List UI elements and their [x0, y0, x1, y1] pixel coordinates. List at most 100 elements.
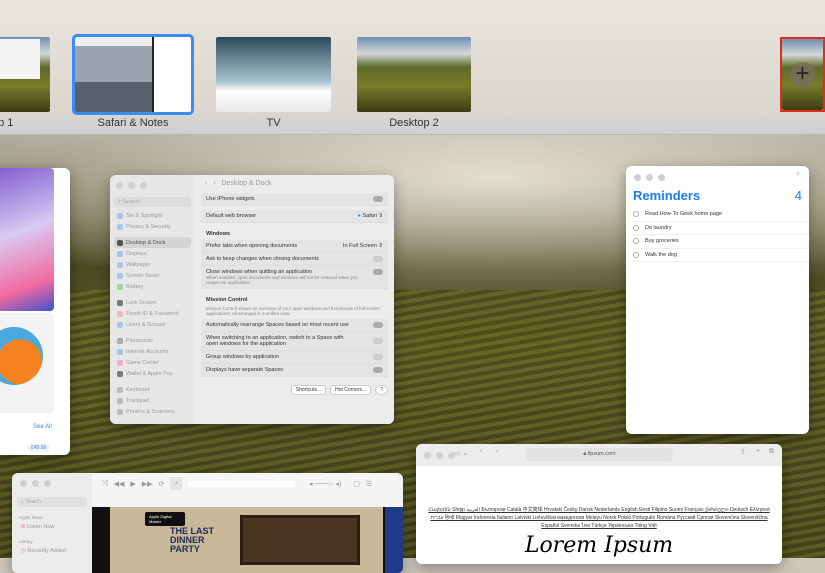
- search-input[interactable]: ⌕ Search: [114, 197, 191, 207]
- setting-row: Automatically rearrange Spaces based on …: [201, 319, 388, 332]
- plus-icon: +: [789, 61, 816, 88]
- back-icon[interactable]: ‹: [480, 448, 482, 455]
- settings-content: ‹ › Desktop & Dock Use iPhone widgets De…: [195, 175, 394, 424]
- apple-digital-master-badge: Apple Digital Master: [145, 512, 185, 526]
- address-bar[interactable]: 🔒︎ lipsum.com: [526, 448, 673, 461]
- toggle[interactable]: [373, 338, 383, 344]
- fast-forward-icon[interactable]: ▶▶: [142, 480, 153, 488]
- section-label: Library: [19, 539, 33, 544]
- reminder-item[interactable]: Walk the dog: [633, 249, 809, 262]
- section-label: Apple Music: [19, 515, 44, 520]
- language-links[interactable]: Հայերեն Shqip العربية Български Català 中…: [416, 506, 782, 530]
- checkbox-icon: [633, 224, 639, 231]
- section-heading: Windows: [206, 231, 231, 237]
- shortcuts-button[interactable]: Shortcuts...: [290, 385, 327, 395]
- sidebar-item[interactable]: Lock Screen: [114, 297, 191, 308]
- sidebar-item[interactable]: Displays: [114, 248, 191, 259]
- sidebar-item[interactable]: Printers & Scanners: [114, 406, 191, 417]
- section-description: Mission Control shows an overview of you…: [206, 306, 380, 316]
- search-input[interactable]: ⌕ Search: [17, 497, 87, 507]
- reminders-count: 4: [794, 188, 802, 203]
- sidebar-item[interactable]: Keyboard: [114, 384, 191, 395]
- system-settings-window[interactable]: ⌕ Search Siri & Spotlight Privacy & Secu…: [110, 175, 394, 424]
- tab-overview-icon[interactable]: ⧉: [769, 448, 774, 456]
- lyrics-icon[interactable]: ▢: [353, 480, 360, 488]
- sidebar-item[interactable]: Wallpaper: [114, 259, 191, 270]
- sidebar-item-recently-added[interactable]: ◷ Recently Added: [21, 548, 66, 554]
- add-space-button[interactable]: +: [780, 37, 825, 112]
- sidebar-item[interactable]: Internet Accounts: [114, 346, 191, 357]
- reminder-item[interactable]: Do laundry: [633, 222, 809, 235]
- add-reminder-icon[interactable]: +: [795, 169, 801, 180]
- settings-sidebar: ⌕ Search Siri & Spotlight Privacy & Secu…: [110, 175, 195, 424]
- space-label: TV: [266, 117, 281, 129]
- forward-icon[interactable]: ›: [496, 448, 498, 455]
- setting-row: Close windows when quitting an applicati…: [201, 266, 388, 289]
- repeat-icon[interactable]: ⟳: [159, 480, 165, 488]
- space-desktop-2[interactable]: Desktop 2: [357, 37, 471, 129]
- share-icon[interactable]: ⇧: [740, 448, 746, 456]
- browser-select[interactable]: ● Safari ⇕: [358, 213, 383, 219]
- forward-icon[interactable]: ›: [213, 180, 215, 187]
- page-heading: Lorem Ipsum: [524, 533, 674, 558]
- space-desktop-1[interactable]: op 1: [0, 37, 50, 129]
- toggle[interactable]: [373, 322, 383, 328]
- sidebar-item[interactable]: Screen Saver: [114, 270, 191, 281]
- apple-logo-icon: [187, 480, 295, 487]
- music-note-icon: ♪: [170, 477, 182, 490]
- sidebar-item[interactable]: Passwords: [114, 335, 191, 346]
- toggle[interactable]: [373, 269, 383, 275]
- space-safari-notes[interactable]: Safari & Notes: [72, 34, 194, 129]
- help-button[interactable]: ?: [375, 385, 388, 395]
- reminder-item[interactable]: Buy groceries: [633, 235, 809, 249]
- sidebar-item[interactable]: Users & Groups: [114, 319, 191, 330]
- rewind-icon[interactable]: ◀◀: [114, 480, 125, 488]
- prefer-tabs-select[interactable]: In Full Screen ⇕: [343, 243, 383, 249]
- spaces-bar: op 1 Safari & Notes TV Desktop 2 +: [0, 0, 825, 135]
- setting-row: Ask to keep changes when closing documen…: [201, 253, 388, 266]
- setting-row: Use iPhone widgets: [201, 193, 388, 206]
- sidebar-item[interactable]: Battery: [114, 281, 191, 292]
- volume-slider[interactable]: ◂ ───○ ◂): [309, 480, 341, 488]
- checkbox-icon: [633, 211, 639, 218]
- sidebar-item-desktop-dock[interactable]: Desktop & Dock: [114, 237, 191, 248]
- see-all-link[interactable]: See All: [33, 424, 52, 430]
- space-tv[interactable]: TV: [216, 37, 331, 129]
- back-icon[interactable]: ‹: [205, 180, 207, 187]
- music-window[interactable]: ⌕ Search Apple Music ⊗ Listen Now Librar…: [12, 473, 403, 573]
- reminders-window[interactable]: + Reminders 4 Read How-To Geek home page…: [626, 166, 809, 434]
- reminders-title: Reminders: [633, 188, 701, 203]
- checkbox-icon: [633, 251, 639, 258]
- settings-title: ‹ › Desktop & Dock: [205, 180, 272, 187]
- shuffle-icon[interactable]: ⤨: [102, 480, 108, 488]
- sidebar-item[interactable]: Game Center: [114, 357, 191, 368]
- sidebar-item[interactable]: Privacy & Security: [114, 221, 191, 232]
- safari-window[interactable]: ▭ ⌄ ‹ › 🔒︎ lipsum.com ⇧ + ⧉ Հայերեն Shqi…: [416, 444, 782, 564]
- checkbox-icon: [633, 238, 639, 245]
- toggle[interactable]: [373, 367, 383, 373]
- sidebar-item-listen-now[interactable]: ⊗ Listen Now: [21, 524, 54, 530]
- app-store-window[interactable]: See All £49.99: [0, 168, 70, 455]
- toggle[interactable]: [373, 256, 383, 262]
- toggle[interactable]: [373, 196, 383, 202]
- sidebar-toggle-icon[interactable]: ▭ ⌄: [454, 449, 468, 457]
- hot-corners-button[interactable]: Hot Corners...: [330, 385, 372, 395]
- new-tab-icon[interactable]: +: [756, 448, 760, 455]
- setting-row: When switching to an application, switch…: [201, 332, 388, 351]
- setting-row: Default web browser ● Safari ⇕: [201, 210, 388, 223]
- setting-row: Group windows by application: [201, 351, 388, 364]
- sidebar-item[interactable]: Touch ID & Password: [114, 308, 191, 319]
- space-label: Desktop 2: [389, 117, 439, 129]
- reminder-item[interactable]: Read How-To Geek home page: [633, 208, 809, 222]
- album-title: THE LAST DINNER PARTY: [170, 526, 214, 554]
- price-button[interactable]: £49.99: [27, 444, 51, 452]
- sidebar-item[interactable]: Wallet & Apple Pay: [114, 368, 191, 379]
- space-label: Safari & Notes: [97, 117, 169, 129]
- sidebar-item[interactable]: Siri & Spotlight: [114, 210, 191, 221]
- sidebar-item[interactable]: Trackpad: [114, 395, 191, 406]
- toggle[interactable]: [373, 354, 383, 360]
- section-heading: Mission Control: [206, 297, 248, 303]
- queue-icon[interactable]: ☰: [366, 480, 372, 488]
- play-icon[interactable]: ▶: [130, 480, 135, 488]
- setting-row: Displays have separate Spaces: [201, 364, 388, 377]
